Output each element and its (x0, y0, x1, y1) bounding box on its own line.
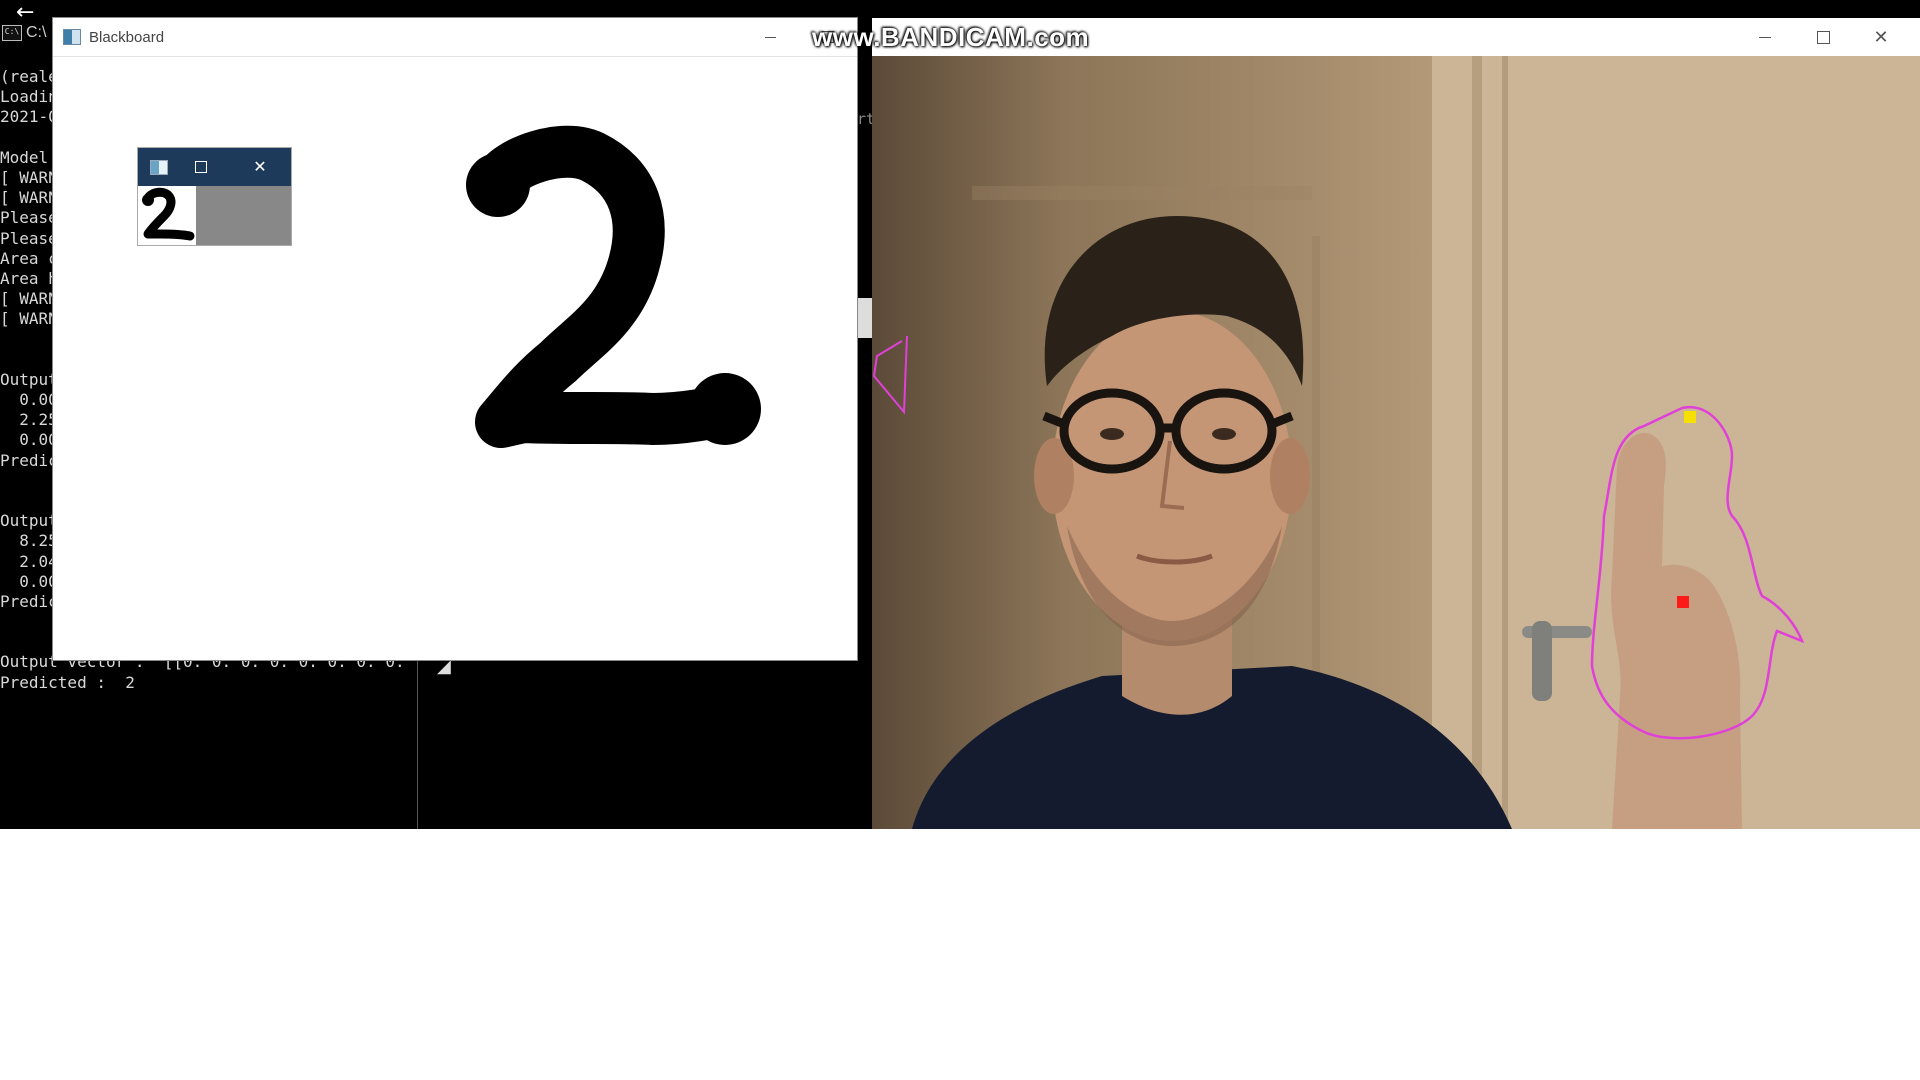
preview-maximize-button[interactable] (181, 148, 221, 186)
window-title: Blackboard (89, 28, 165, 46)
scrollbar-thumb[interactable] (858, 298, 872, 338)
preview-close-icon[interactable]: ✕ (240, 148, 280, 186)
centroid-marker (1677, 596, 1689, 608)
console-divider (417, 658, 418, 829)
blackboard-window: Blackboard (53, 18, 857, 660)
preview-titlebar[interactable]: ✕ (138, 148, 291, 186)
screen-capture: ← C:\ C:\ (reale Loadin 2021-0 Model [ WARN… (0, 0, 1920, 829)
blackboard-titlebar[interactable]: Blackboard (53, 18, 857, 57)
console-line: Predicted : 2 (0, 672, 135, 692)
cmd-icon: C:\ (2, 25, 22, 41)
console-title-fragment: C:\ (26, 24, 47, 41)
camera-window: ✕ (872, 18, 1920, 829)
preview-digit (142, 187, 195, 241)
fingertip-marker (1684, 411, 1696, 423)
app-icon (63, 29, 81, 45)
webcam-feed (872, 56, 1920, 829)
preview-app-icon (150, 159, 168, 175)
preview-image (138, 186, 196, 245)
minimize-button[interactable] (741, 18, 799, 56)
preview-window: ✕ (138, 148, 291, 245)
camera-close-icon[interactable]: ✕ (1852, 18, 1910, 56)
webcam-scene (872, 56, 1920, 829)
bandicam-watermark: www.BANDICAM.com (812, 22, 1090, 52)
console-titlebar: C:\ C:\ (0, 18, 46, 48)
top-strip (0, 0, 1920, 18)
camera-minimize-button[interactable] (1736, 18, 1794, 56)
camera-maximize-button[interactable] (1794, 18, 1852, 56)
camera-window-controls: ✕ (1736, 18, 1910, 56)
